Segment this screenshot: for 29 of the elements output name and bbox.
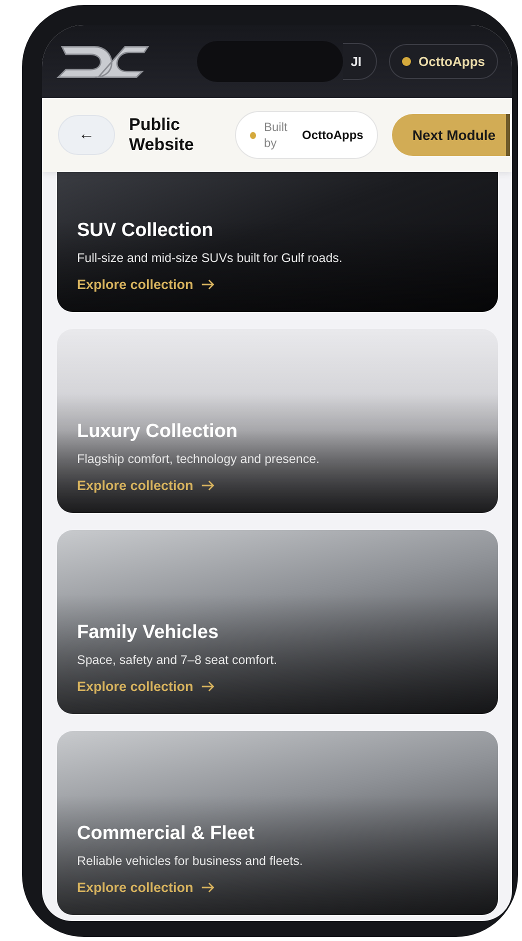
language-toggle[interactable]: JI: [342, 43, 377, 80]
explore-link[interactable]: Explore collection: [77, 679, 216, 694]
built-by-label: Built by: [264, 119, 288, 151]
back-button[interactable]: ←: [58, 115, 115, 155]
collection-card[interactable]: SUV Collection Full-size and mid-size SUVs built for Gulf roads. Explore collection: [57, 172, 498, 312]
arrow-right-icon: [201, 681, 216, 692]
brand-label: OcttoApps: [418, 54, 485, 69]
collection-description: Flagship comfort, technology and presence.: [77, 452, 320, 466]
explore-link[interactable]: Explore collection: [77, 880, 216, 895]
collection-title: Luxury Collection: [77, 421, 238, 443]
collection-card[interactable]: Commercial & Fleet Reliable vehicles for business and fleets. Explore collection: [57, 731, 498, 915]
next-module-button[interactable]: Next Module: [392, 114, 510, 156]
collection-card[interactable]: Luxury Collection Flagship comfort, technology and presence. Explore collection: [57, 329, 498, 513]
dot-icon: [250, 132, 256, 138]
page-title: Public Website: [129, 115, 195, 155]
arrow-right-icon: [201, 480, 216, 491]
collection-title: SUV Collection: [77, 220, 214, 242]
explore-link[interactable]: Explore collection: [77, 478, 216, 493]
collection-description: Space, safety and 7–8 seat comfort.: [77, 653, 278, 667]
builder-name: OcttoApps: [302, 128, 364, 142]
collection-title: Family Vehicles: [77, 622, 219, 644]
collection-card[interactable]: Family Vehicles Space, safety and 7–8 seat comfort. Explore collection: [57, 530, 498, 714]
collection-description: Reliable vehicles for business and fleets.: [77, 854, 303, 868]
explore-link[interactable]: Explore collection: [77, 277, 216, 292]
arrow-right-icon: [201, 882, 216, 893]
arrow-right-icon: [201, 279, 216, 290]
collection-description: Full-size and mid-size SUVs built for Gulf roads.: [77, 251, 342, 265]
collection-title: Commercial & Fleet: [77, 823, 254, 845]
dot-icon: [402, 57, 411, 66]
